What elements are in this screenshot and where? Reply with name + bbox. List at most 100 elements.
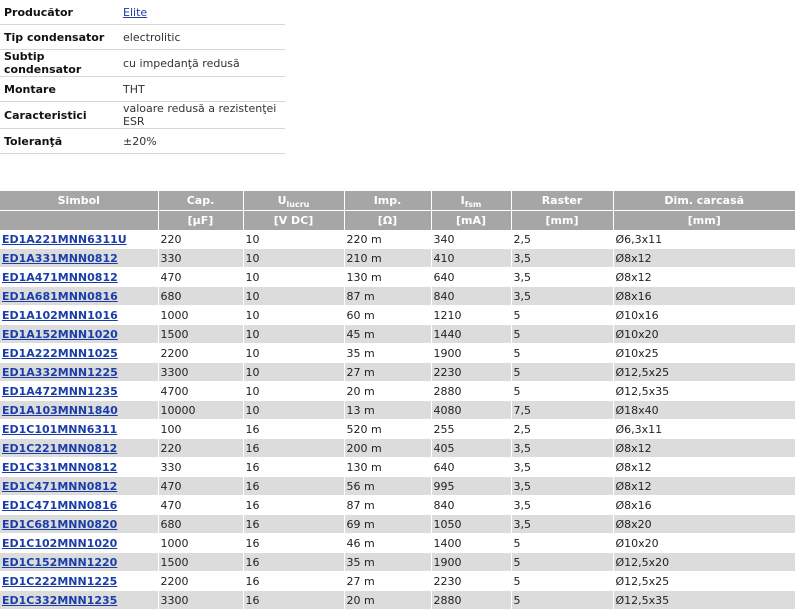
- table-row: ED1A472MNN1235 4700 10 20 m 2880 5 Ø12,5x35: [0, 381, 795, 401]
- impedance-cell: 60 m: [344, 305, 432, 325]
- symbol-cell: ED1A472MNN1235: [0, 381, 159, 401]
- case-size-cell: Ø12,5x35: [613, 381, 795, 401]
- product-link[interactable]: ED1C471MNN0816: [2, 499, 117, 512]
- attribute-label: Montare: [0, 76, 119, 102]
- impedance-cell: 210 m: [344, 248, 432, 268]
- impedance-cell: 87 m: [344, 495, 432, 515]
- product-link[interactable]: ED1A331MNN0812: [2, 252, 118, 265]
- impedance-cell: 520 m: [344, 419, 432, 439]
- symbol-cell: ED1A102MNN1016: [0, 305, 159, 325]
- attribute-row: Producător Elite: [0, 0, 285, 25]
- surge-current-cell: 840: [431, 495, 512, 515]
- product-link[interactable]: ED1C221MNN0812: [2, 442, 117, 455]
- table-row: ED1A222MNN1025 2200 10 35 m 1900 5 Ø10x25: [0, 343, 795, 363]
- attribute-row: Toleranţă ±20%: [0, 128, 285, 154]
- case-size-cell: Ø8x12: [613, 438, 795, 458]
- product-link[interactable]: ED1C681MNN0820: [2, 518, 117, 531]
- product-link[interactable]: ED1A152MNN1020: [2, 328, 118, 341]
- capacitance-cell: 1000: [158, 305, 244, 325]
- symbol-cell: ED1C152MNN1220: [0, 552, 159, 572]
- voltage-cell: 16: [243, 590, 345, 610]
- raster-cell: 3,5: [511, 476, 614, 496]
- raster-cell: 2,5: [511, 419, 614, 439]
- impedance-cell: 20 m: [344, 381, 432, 401]
- surge-current-cell: 2880: [431, 590, 512, 610]
- capacitance-cell: 2200: [158, 343, 244, 363]
- table-row: ED1C332MNN1235 3300 16 20 m 2880 5 Ø12,5x35: [0, 590, 795, 610]
- impedance-cell: 130 m: [344, 457, 432, 477]
- symbol-cell: ED1C221MNN0812: [0, 438, 159, 458]
- symbol-cell: ED1A471MNN0812: [0, 267, 159, 287]
- case-size-cell: Ø10x25: [613, 343, 795, 363]
- capacitance-cell: 470: [158, 267, 244, 287]
- voltage-cell: 10: [243, 343, 345, 363]
- impedance-cell: 45 m: [344, 324, 432, 344]
- surge-current-cell: 1050: [431, 514, 512, 534]
- header-unit: [mm]: [511, 210, 614, 230]
- product-link[interactable]: ED1A103MNN1840: [2, 404, 118, 417]
- table-row: ED1A103MNN1840 10000 10 13 m 4080 7,5 Ø18x40: [0, 400, 795, 420]
- surge-current-cell: 995: [431, 476, 512, 496]
- product-link[interactable]: ED1A221MNN6311U: [2, 233, 127, 246]
- case-size-cell: Ø8x16: [613, 286, 795, 306]
- case-size-cell: Ø12,5x25: [613, 571, 795, 591]
- case-size-cell: Ø18x40: [613, 400, 795, 420]
- table-row: ED1A221MNN6311U 220 10 220 m 340 2,5 Ø6,3x11: [0, 230, 795, 249]
- capacitance-cell: 470: [158, 476, 244, 496]
- raster-cell: 5: [511, 343, 614, 363]
- attribute-value: electrolitic: [119, 24, 285, 50]
- table-row: ED1C471MNN0812 470 16 56 m 995 3,5 Ø8x12: [0, 476, 795, 496]
- impedance-cell: 56 m: [344, 476, 432, 496]
- case-size-cell: Ø12,5x25: [613, 362, 795, 382]
- raster-cell: 3,5: [511, 514, 614, 534]
- raster-cell: 5: [511, 362, 614, 382]
- product-link[interactable]: ED1C102MNN1020: [2, 537, 117, 550]
- surge-current-cell: 1210: [431, 305, 512, 325]
- product-link[interactable]: ED1C222MNN1225: [2, 575, 117, 588]
- raster-cell: 3,5: [511, 286, 614, 306]
- table-row: ED1C471MNN0816 470 16 87 m 840 3,5 Ø8x16: [0, 495, 795, 515]
- surge-current-cell: 640: [431, 267, 512, 287]
- case-size-cell: Ø6,3x11: [613, 419, 795, 439]
- voltage-cell: 16: [243, 419, 345, 439]
- symbol-cell: ED1A103MNN1840: [0, 400, 159, 420]
- raster-cell: 5: [511, 571, 614, 591]
- product-link[interactable]: ED1A332MNN1225: [2, 366, 118, 379]
- product-link[interactable]: ED1C331MNN0812: [2, 461, 117, 474]
- header-unit: [µF]: [158, 210, 244, 230]
- voltage-cell: 10: [243, 381, 345, 401]
- product-link[interactable]: ED1A471MNN0812: [2, 271, 118, 284]
- header-subscript: fsm: [464, 200, 482, 209]
- attribute-label: Caracteristici: [0, 101, 119, 129]
- voltage-cell: 16: [243, 571, 345, 591]
- table-row: ED1C102MNN1020 1000 16 46 m 1400 5 Ø10x20: [0, 533, 795, 553]
- attribute-value: THT: [119, 76, 285, 102]
- product-link[interactable]: ED1A472MNN1235: [2, 385, 118, 398]
- table-row: ED1C101MNN6311 100 16 520 m 255 2,5 Ø6,3x11: [0, 419, 795, 439]
- symbol-cell: ED1A332MNN1225: [0, 362, 159, 382]
- manufacturer-link[interactable]: Elite: [123, 6, 147, 19]
- header-unit: [mA]: [431, 210, 512, 230]
- product-link[interactable]: ED1A102MNN1016: [2, 309, 118, 322]
- voltage-cell: 10: [243, 400, 345, 420]
- header-raster: Raster: [511, 191, 614, 211]
- surge-current-cell: 1900: [431, 552, 512, 572]
- table-row: ED1A332MNN1225 3300 10 27 m 2230 5 Ø12,5x25: [0, 362, 795, 382]
- impedance-cell: 35 m: [344, 343, 432, 363]
- header-label: U: [277, 194, 287, 207]
- product-link[interactable]: ED1C471MNN0812: [2, 480, 117, 493]
- case-size-cell: Ø10x20: [613, 533, 795, 553]
- symbol-cell: ED1C681MNN0820: [0, 514, 159, 534]
- surge-current-cell: 340: [431, 230, 512, 249]
- product-link[interactable]: ED1C101MNN6311: [2, 423, 117, 436]
- product-link[interactable]: ED1A222MNN1025: [2, 347, 118, 360]
- header-impedance: Imp.: [344, 191, 432, 211]
- product-link[interactable]: ED1A681MNN0816: [2, 290, 118, 303]
- surge-current-cell: 410: [431, 248, 512, 268]
- voltage-cell: 16: [243, 476, 345, 496]
- attribute-label: Toleranţă: [0, 128, 119, 154]
- voltage-cell: 10: [243, 248, 345, 268]
- product-link[interactable]: ED1C152MNN1220: [2, 556, 117, 569]
- attribute-value: valoare redusă a rezistenţei ESR: [119, 101, 285, 129]
- product-link[interactable]: ED1C332MNN1235: [2, 594, 117, 607]
